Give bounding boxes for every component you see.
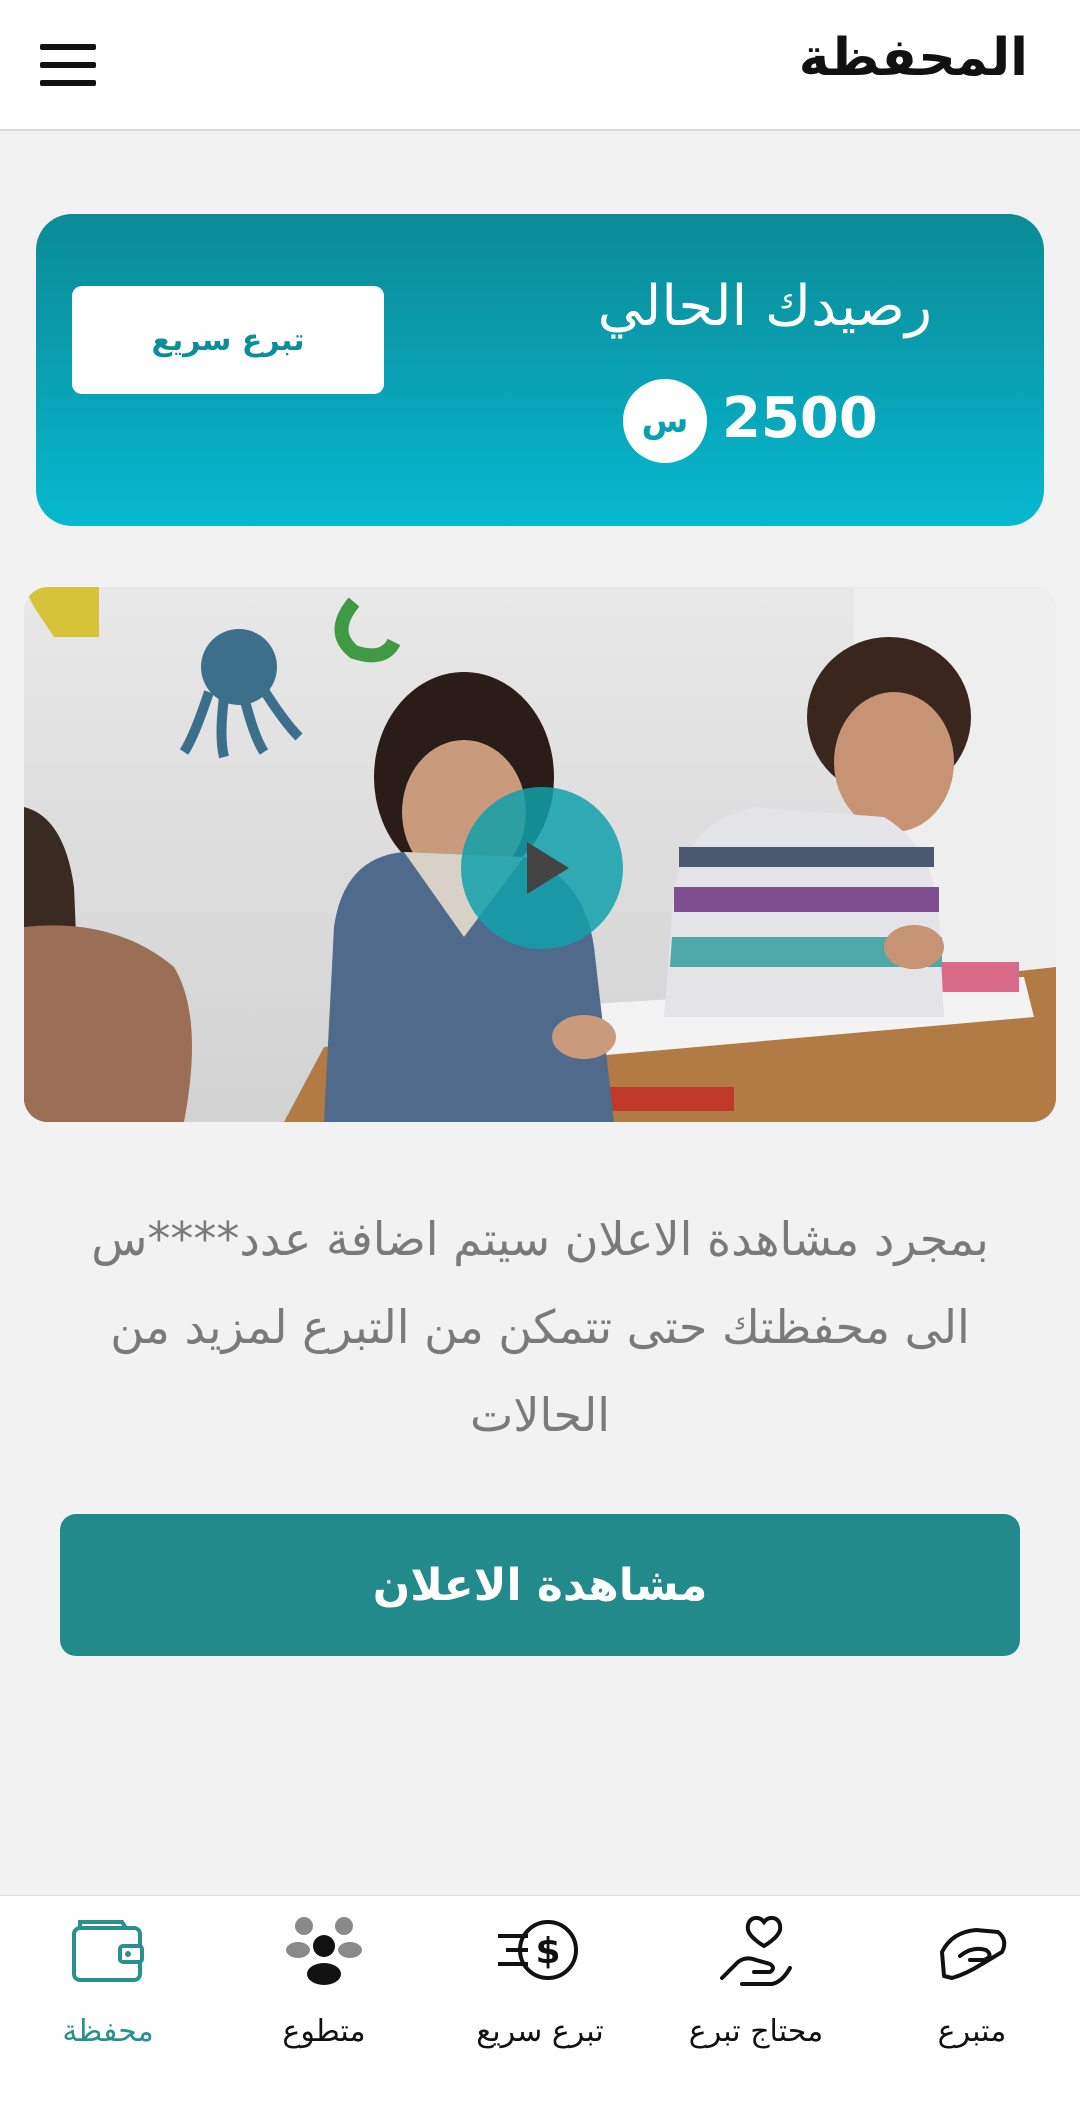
wallet-icon	[72, 1920, 144, 1982]
nav-item-needs-donation[interactable]: محتاج تبرع	[648, 1896, 864, 2124]
ad-reward-info-text: بمجرد مشاهدة الاعلان سيتم اضافة عدد****س…	[91, 1212, 989, 1442]
svg-text:$: $	[535, 1931, 560, 1972]
nav-label-donor: متبرع	[937, 2014, 1007, 2049]
nav-label-volunteer: متطوع	[282, 2014, 366, 2049]
nav-item-donor[interactable]: متبرع	[864, 1896, 1080, 2124]
quick-donate-button[interactable]: تبرع سريع	[72, 286, 384, 394]
nav-label-needs-donation: محتاج تبرع	[688, 2014, 824, 2049]
nav-label-quick-donate: تبرع سريع	[476, 2014, 604, 2049]
giving-hand-icon	[940, 1928, 1007, 1980]
fast-dollar-icon: $	[498, 1920, 578, 1980]
bottom-navigation: محفظة متطوع $ تبرع سريع محتاج تبرع متبرع	[0, 1895, 1080, 2124]
play-button[interactable]	[461, 787, 623, 949]
hamburger-menu-icon[interactable]	[40, 44, 96, 86]
nav-item-quick-donate[interactable]: $ تبرع سريع	[432, 1896, 648, 2124]
nav-label-wallet: محفظة	[62, 2014, 154, 2049]
balance-title: رصيدك الحالي	[597, 274, 932, 339]
page-title: المحفظة	[798, 28, 1028, 88]
app-header: المحفظة	[0, 0, 1080, 131]
nav-item-wallet[interactable]: محفظة	[0, 1896, 216, 2124]
balance-card: رصيدك الحالي س 2500 تبرع سريع	[36, 214, 1044, 526]
balance-amount: 2500	[722, 386, 878, 451]
ad-video-thumbnail[interactable]	[24, 587, 1056, 1122]
play-icon	[527, 842, 569, 894]
watch-ad-button[interactable]: مشاهدة الاعلان	[60, 1514, 1020, 1656]
nav-item-volunteer[interactable]: متطوع	[216, 1896, 432, 2124]
heart-hand-icon	[720, 1915, 792, 1986]
volunteer-group-icon	[286, 1917, 362, 1985]
currency-coin-icon: س	[623, 379, 707, 463]
